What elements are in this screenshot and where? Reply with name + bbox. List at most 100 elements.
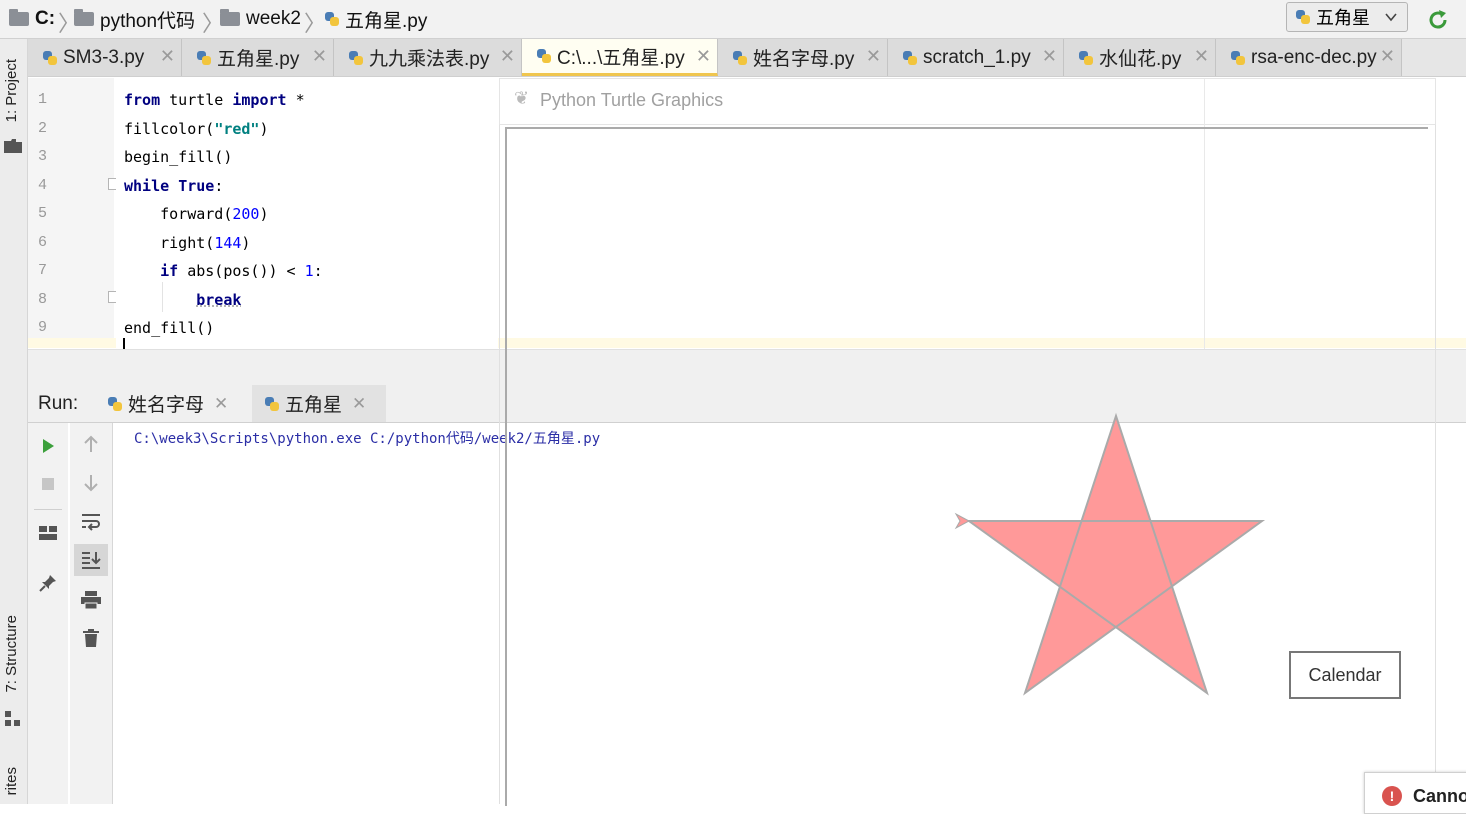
code-line-2: fillcolor("red") [124, 120, 269, 138]
tab-label: C:\...\五角星.py [557, 47, 685, 69]
line-number: 1 [38, 91, 48, 108]
keyword: from [124, 91, 161, 109]
layout-icon[interactable] [36, 521, 60, 545]
code-line-6: right(144) [124, 234, 250, 252]
scroll-to-end-icon[interactable] [79, 548, 103, 572]
number-literal: 144 [214, 234, 242, 252]
tab-label: scratch_1.py [923, 46, 1031, 68]
close-icon[interactable]: ✕ [696, 46, 711, 67]
run-label: Run: [38, 393, 79, 414]
run-tab-wujiaoxing[interactable]: 五角星 ✕ [252, 385, 386, 422]
calendar-button-label: Calendar [1308, 664, 1382, 685]
close-icon[interactable]: ✕ [500, 46, 515, 67]
run-tab-name-letters[interactable]: 姓名字母 ✕ [95, 385, 245, 422]
folder-icon [220, 9, 240, 26]
breadcrumb-folder-week2[interactable]: week2 [220, 0, 301, 38]
tab-scratch[interactable]: scratch_1.py ✕ [888, 39, 1064, 76]
close-icon[interactable]: ✕ [1380, 46, 1395, 67]
line-number: 8 [38, 291, 48, 308]
stop-icon[interactable] [36, 472, 60, 496]
tab-wujiaoxing[interactable]: 五角星.py ✕ [182, 39, 334, 76]
number-literal: 1 [304, 262, 314, 280]
print-icon[interactable] [79, 588, 103, 612]
structure-icon [5, 711, 20, 726]
project-tool-tab[interactable]: 1: Project [3, 59, 20, 122]
structure-tool-tab[interactable]: 7: Structure [3, 615, 20, 693]
code-text: fillcolor( [124, 120, 215, 138]
breadcrumb-label: week2 [246, 8, 301, 29]
tab-sm3-3[interactable]: SM3-3.py ✕ [28, 39, 182, 76]
breadcrumb-file[interactable]: 五角星.py [324, 0, 427, 38]
breadcrumb-label: 五角星.py [345, 10, 428, 32]
calendar-button[interactable]: Calendar [1289, 651, 1401, 699]
code-line-1: from turtle import * [124, 91, 305, 109]
scroll-end-glyph [82, 552, 101, 569]
python-file-icon [902, 50, 918, 66]
breadcrumb-folder-python[interactable]: python代码 [74, 0, 195, 38]
project-tab-label: 1: Project [3, 59, 20, 123]
breadcrumb-label: python代码 [100, 10, 196, 32]
keyword: while [124, 177, 170, 195]
tab-label: 五角星.py [217, 49, 300, 70]
breadcrumb-separator: 〉 [304, 11, 327, 36]
tab-rsa[interactable]: rsa-enc-dec.py ✕ [1216, 39, 1402, 76]
tab-name-letters[interactable]: 姓名字母.py ✕ [718, 39, 888, 76]
left-tool-strip: 1: Project 7: Structure rites [0, 39, 28, 804]
indent-guide [162, 282, 163, 312]
rerun-icon[interactable] [1426, 8, 1450, 32]
arrow-down-icon[interactable] [79, 471, 103, 495]
editor-gutter: 1 2 3 4 5 6 7 8 9 [28, 78, 120, 348]
close-icon[interactable]: ✕ [352, 394, 366, 414]
arrow-up-icon[interactable] [79, 432, 103, 456]
python-file-icon [1078, 50, 1094, 66]
close-icon[interactable]: ✕ [1042, 46, 1057, 67]
tab-label: 姓名字母.py [753, 49, 855, 70]
pin-icon[interactable] [36, 571, 60, 595]
favorites-tool-tab[interactable]: rites [3, 767, 20, 795]
run-toolbar-secondary [70, 423, 113, 804]
line-number: 3 [38, 148, 48, 165]
error-notification[interactable]: ! Canno [1364, 772, 1466, 814]
star-shape [965, 412, 1266, 696]
code-text: begin_fill() [124, 148, 233, 166]
number-literal: 200 [232, 205, 260, 223]
python-file-icon [196, 50, 212, 66]
code-text: : [313, 262, 323, 280]
feather-icon: ❦ [514, 88, 530, 108]
close-icon[interactable]: ✕ [312, 46, 327, 67]
soft-wrap-icon[interactable] [79, 510, 103, 534]
keyword: break [196, 291, 242, 309]
close-icon[interactable]: ✕ [866, 46, 881, 67]
tab-label: SM3-3.py [63, 46, 145, 68]
line-number: 6 [38, 234, 48, 251]
five-pointed-star [954, 412, 1266, 696]
structure-tab-label: 7: Structure [3, 615, 20, 693]
tab-label: rsa-enc-dec.py [1251, 46, 1377, 68]
code-editor[interactable]: from turtle import * fillcolor("red") be… [116, 78, 498, 348]
trash-icon[interactable] [79, 626, 103, 650]
folder-icon [9, 9, 29, 26]
tab-wujiaoxing-active[interactable]: C:\...\五角星.py ✕ [522, 39, 718, 76]
play-icon [43, 439, 54, 453]
close-icon[interactable]: ✕ [1194, 46, 1209, 67]
code-text: forward( [124, 205, 233, 223]
tab-narcissistic[interactable]: 水仙花.py ✕ [1064, 39, 1216, 76]
run-configuration-select[interactable]: 五角星 [1286, 2, 1408, 32]
tab-multiplication-table[interactable]: 九九乘法表.py ✕ [334, 39, 522, 76]
python-file-icon [42, 50, 58, 66]
code-text: abs(pos()) < [178, 262, 305, 280]
code-text: : [214, 177, 224, 195]
line-number: 7 [38, 262, 48, 279]
trash-glyph [83, 629, 99, 647]
keyword: import [232, 91, 287, 109]
close-icon[interactable]: ✕ [160, 46, 175, 67]
turtle-window-titlebar[interactable]: ❦ Python Turtle Graphics [499, 78, 1436, 349]
code-line-5: forward(200) [124, 205, 268, 223]
breadcrumb-drive[interactable]: C: [9, 0, 55, 38]
close-icon[interactable]: ✕ [214, 394, 228, 414]
run-icon[interactable] [36, 434, 60, 458]
code-text: ) [241, 234, 251, 252]
line-number: 4 [38, 177, 48, 194]
